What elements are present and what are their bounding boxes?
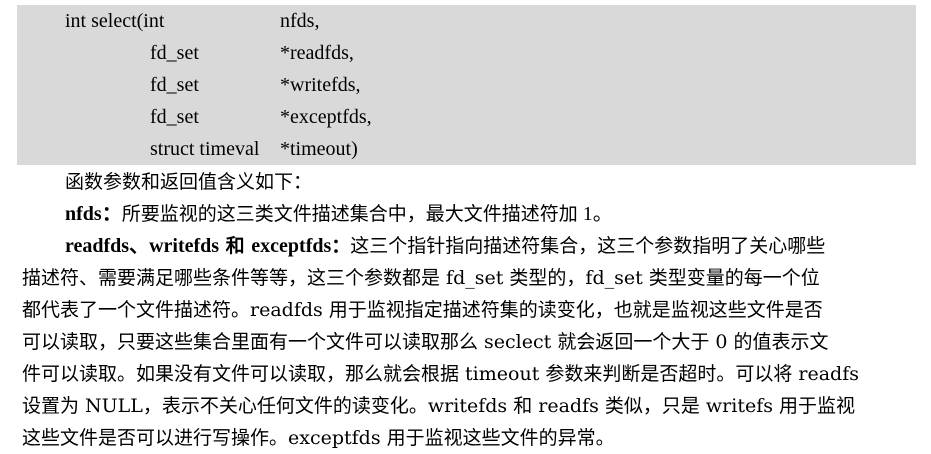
code-line-5-type: struct timeval <box>150 138 260 160</box>
code-line-2-param: *readfds, <box>280 42 354 64</box>
nfds-description: 所要监视的这三类文件描述集合中，最大文件描述符加 <box>121 203 578 225</box>
sets-term-c: exceptfds <box>251 235 332 257</box>
code-line-2-type: fd_set <box>150 42 199 64</box>
sets-heading-line: readfds、writefds 和 exceptfds：这三个指针指向描述符集… <box>65 230 825 262</box>
code-line-1-type: int select(int <box>65 10 165 32</box>
nfds-term: nfds： <box>65 203 122 225</box>
code-line-3-type: fd_set <box>150 74 199 96</box>
intro-line: 函数参数和返回值含义如下： <box>65 171 313 193</box>
sets-line-6: 设置为 NULL，表示不关心任何文件的读变化。writefds 和 readfs… <box>22 395 856 417</box>
code-line-4-param: *exceptfds, <box>280 106 372 128</box>
sets-term-d: ： <box>331 235 351 257</box>
sets-line-7: 这些文件是否可以进行写操作。exceptfds 用于监视这些文件的异常。 <box>22 427 615 449</box>
code-line-1-param: nfds, <box>280 10 320 32</box>
sets-line-3: 都代表了一个文件描述符。readfds 用于监视指定描述符集的读变化，也就是监视… <box>22 299 823 321</box>
code-block: int select(int nfds, fd_set *readfds, fd… <box>17 5 916 165</box>
sets-line-1: 这三个指针指向描述符集合，这三个参数指明了关心哪些 <box>350 235 826 257</box>
code-line-5-param: *timeout) <box>280 138 358 160</box>
sets-line-5: 件可以读取。如果没有文件可以读取，那么就会根据 timeout 参数来判断是否超… <box>22 363 860 385</box>
code-line-3-param: *writefds, <box>280 74 361 96</box>
nfds-paragraph: nfds：所要监视的这三类文件描述集合中，最大文件描述符加 1。 <box>65 198 613 230</box>
nfds-number: 1。 <box>577 203 613 225</box>
code-line-4-type: fd_set <box>150 106 199 128</box>
sets-term-a: readfds、writefds <box>65 235 220 257</box>
sets-line-4: 可以读取，只要这些集合里面有一个文件可以读取那么 seclect 就会返回一个大… <box>22 331 829 353</box>
sets-term-b: 和 <box>219 235 252 257</box>
sets-line-2: 描述符、需要满足哪些条件等等，这三个参数都是 fd_set 类型的，fd_set… <box>22 267 820 289</box>
